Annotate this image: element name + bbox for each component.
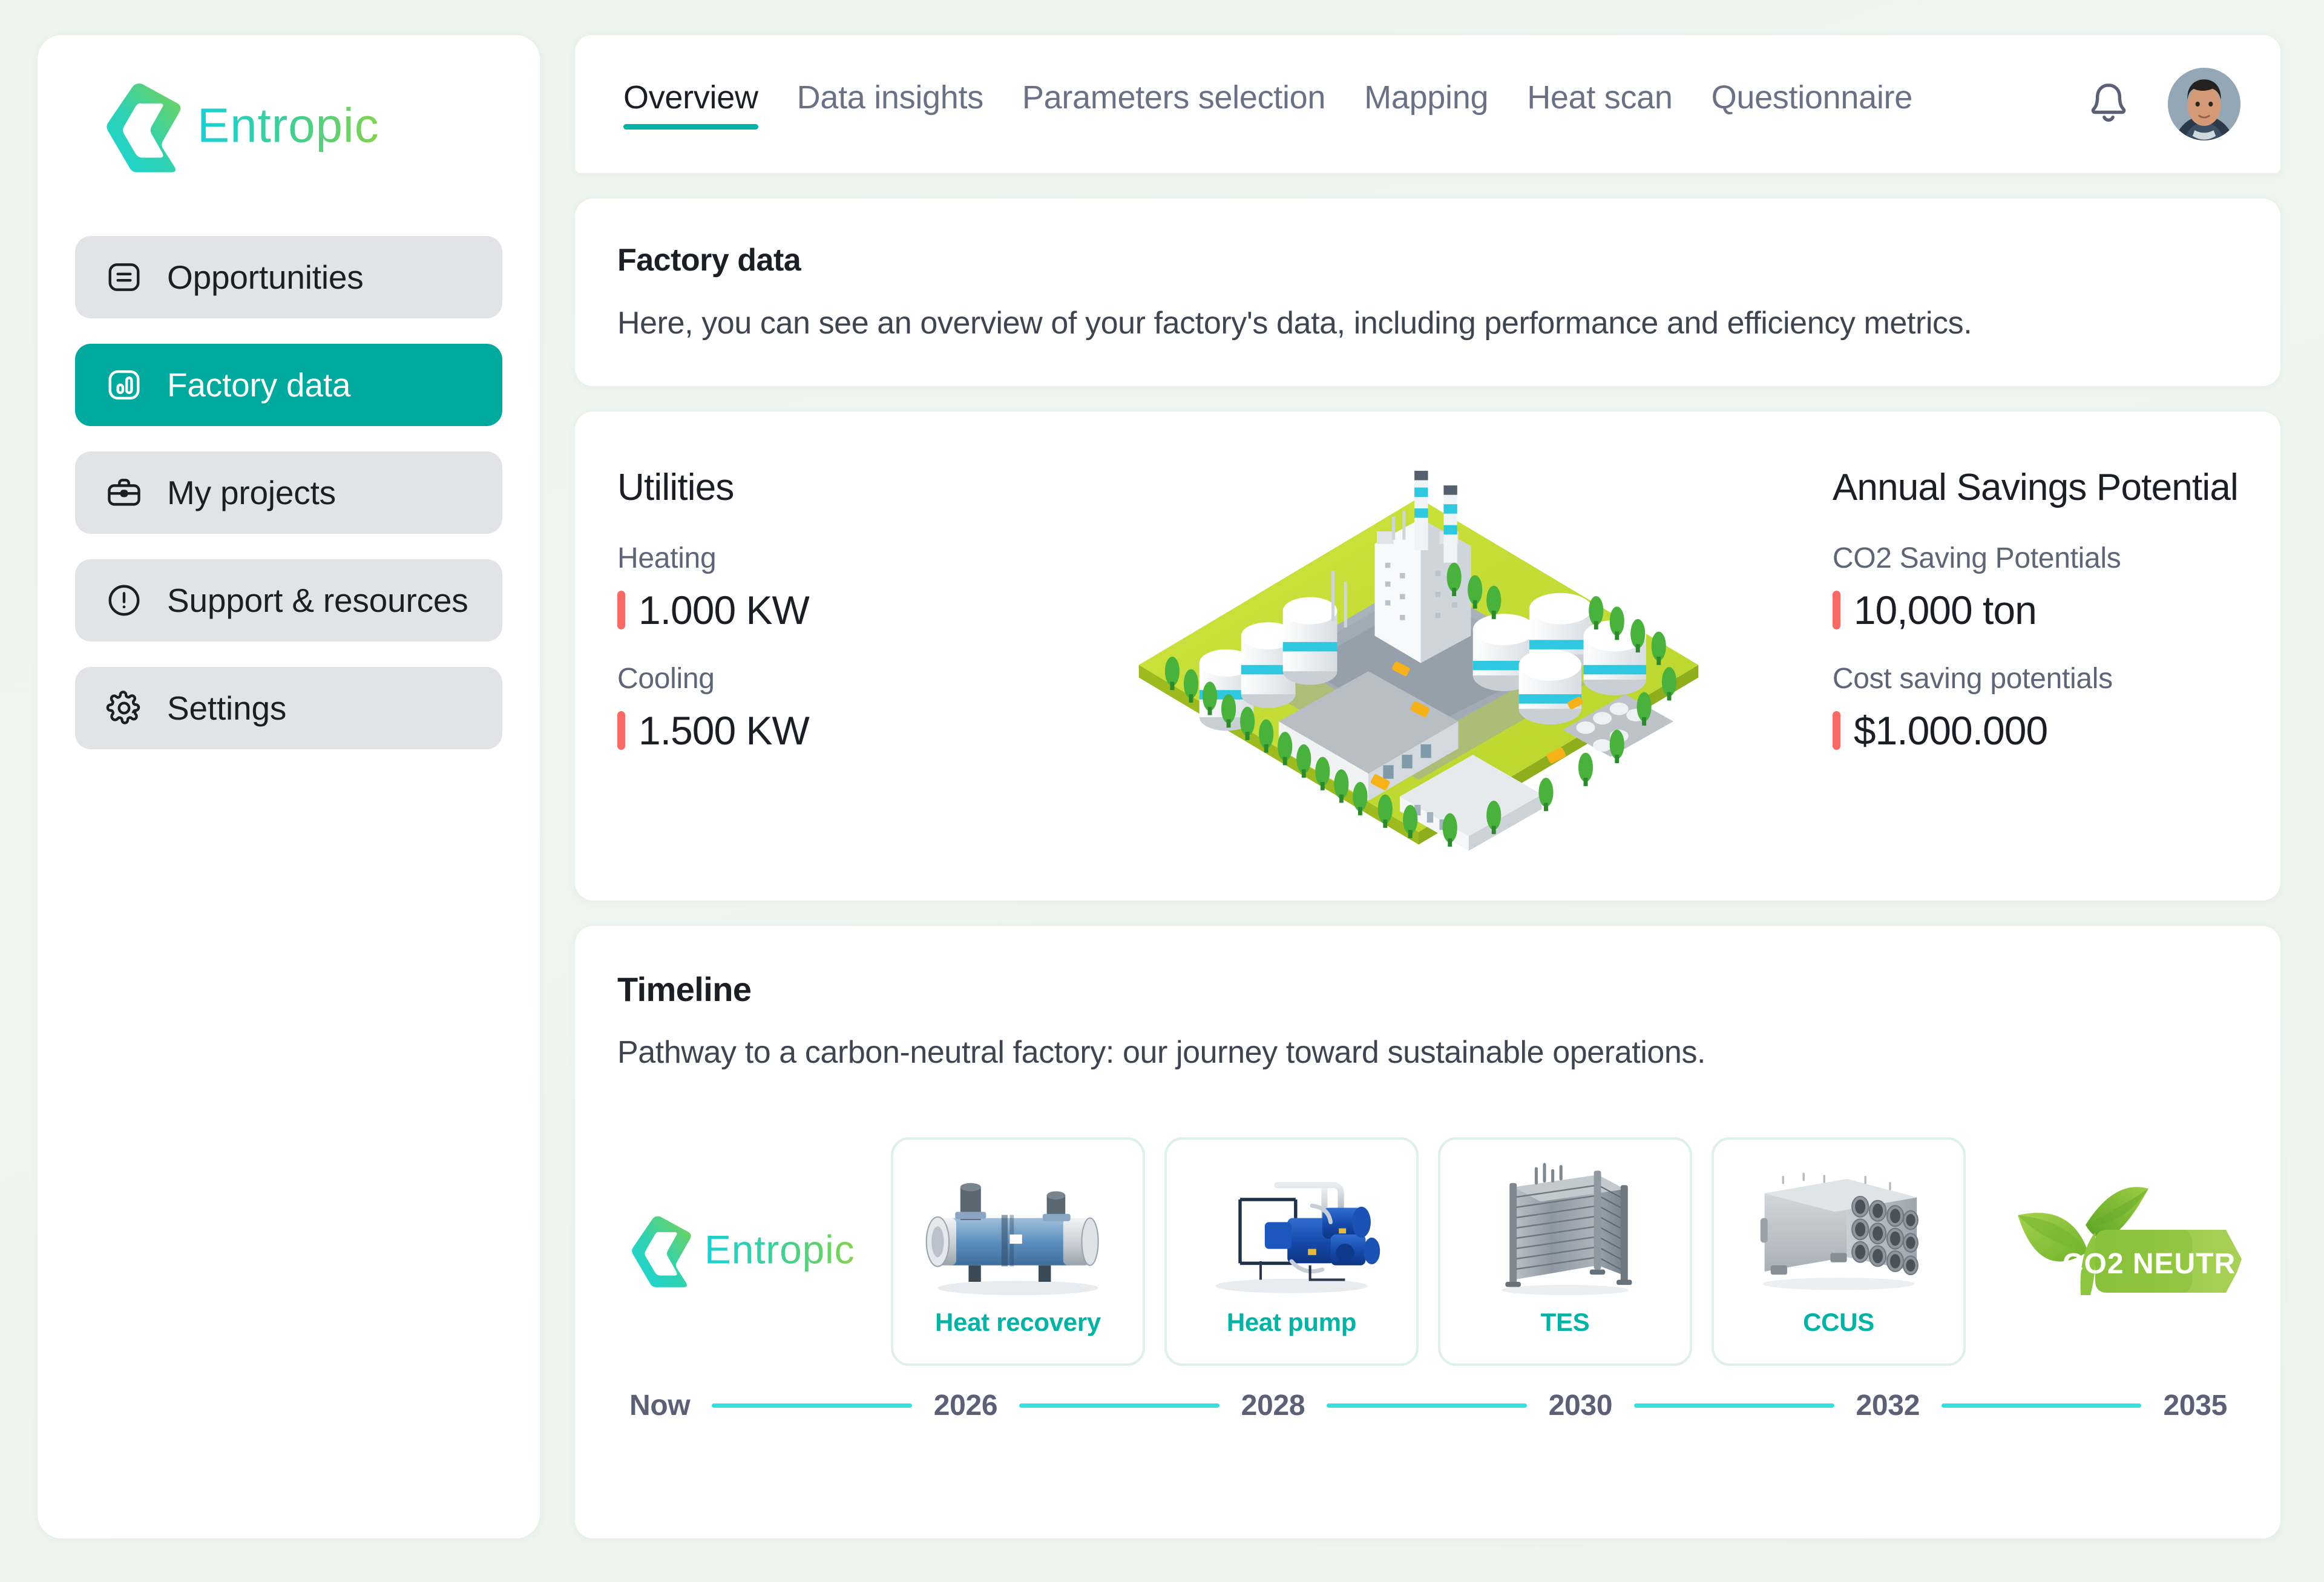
bell-icon[interactable] xyxy=(2087,80,2130,128)
heat-pump-image xyxy=(1189,1158,1394,1303)
alert-circle-icon xyxy=(105,582,143,619)
isometric-factory-illustration xyxy=(1005,448,1833,865)
sidebar-item-opportunities[interactable]: Opportunities xyxy=(75,236,502,318)
timeline-card-label: CCUS xyxy=(1803,1308,1874,1337)
list-box-icon xyxy=(105,258,143,296)
accent-bar xyxy=(617,711,625,750)
svg-text:Entropic: Entropic xyxy=(704,1229,855,1272)
page-description: Here, you can see an overview of your fa… xyxy=(617,305,2238,341)
sidebar-item-label: Support & resources xyxy=(167,581,468,620)
page-title: Factory data xyxy=(617,242,2238,278)
sidebar-item-factory-data[interactable]: Factory data xyxy=(75,344,502,426)
timeline-axis-label: 2030 xyxy=(1549,1389,1613,1422)
co2-neutral-badge: CO2 NEUTRAL xyxy=(1985,1179,2251,1324)
cost-saving-value: $1.000.000 xyxy=(1854,707,2047,753)
co2-neutral-leaf-badge: CO2 NEUTRAL xyxy=(1991,1179,2245,1324)
sidebar-item-settings[interactable]: Settings xyxy=(75,667,502,749)
tab-heat-scan[interactable]: Heat scan xyxy=(1508,79,1692,130)
co2-neutral-label: CO2 NEUTRAL xyxy=(2063,1248,2245,1280)
cost-saving-label: Cost saving potentials xyxy=(1833,662,2238,695)
accent-bar xyxy=(1833,591,1840,629)
timeline-axis: Now 2026 2028 2030 2032 2035 xyxy=(617,1389,2238,1422)
timeline-card-tes[interactable]: TES xyxy=(1438,1137,1692,1366)
sidebar-nav: Opportunities Factory data My projects xyxy=(75,236,502,749)
timeline-axis-connector xyxy=(1019,1403,1219,1408)
sidebar-item-label: Settings xyxy=(167,689,286,727)
timeline-axis-label: 2032 xyxy=(1856,1389,1920,1422)
tab-questionnaire[interactable]: Questionnaire xyxy=(1692,79,1932,130)
timeline-axis-connector xyxy=(1634,1403,1834,1408)
timeline-card-heat-pump[interactable]: Heat pump xyxy=(1164,1137,1419,1366)
timeline-axis-connector xyxy=(1942,1403,2141,1408)
sidebar: Entropic Opportunities Factory data xyxy=(38,35,540,1538)
timeline-card-label: Heat recovery xyxy=(935,1308,1101,1337)
sidebar-item-label: My projects xyxy=(167,473,336,512)
tab-overview[interactable]: Overview xyxy=(604,79,778,130)
timeline-axis-connector xyxy=(1327,1403,1526,1408)
savings-panel: Annual Savings Potential CO2 Saving Pote… xyxy=(1833,448,2238,753)
timeline-milestones: Entropic xyxy=(617,1137,2238,1366)
timeline-axis-label: Now xyxy=(629,1389,690,1422)
topbar-actions xyxy=(2087,68,2240,140)
heating-label: Heating xyxy=(617,542,1005,575)
timeline-axis-label: 2026 xyxy=(934,1389,998,1422)
timeline-card-label: TES xyxy=(1541,1308,1590,1337)
entropic-hexagon-icon xyxy=(629,1215,696,1288)
heating-metric: 1.000 KW xyxy=(617,587,1005,633)
gear-icon xyxy=(105,689,143,727)
timeline-axis-label: 2028 xyxy=(1241,1389,1305,1422)
svg-text:Entropic: Entropic xyxy=(197,100,379,153)
brand-logo[interactable]: Entropic xyxy=(75,82,502,173)
cooling-metric: 1.500 KW xyxy=(617,707,1005,753)
heating-value: 1.000 KW xyxy=(638,587,809,633)
timeline-card-ccus[interactable]: CCUS xyxy=(1712,1137,1966,1366)
carbon-capture-unit-image xyxy=(1736,1158,1942,1303)
co2-saving-label: CO2 Saving Potentials xyxy=(1833,542,2238,575)
timeline-card: Timeline Pathway to a carbon-neutral fac… xyxy=(575,926,2280,1538)
app-root: Entropic Opportunities Factory data xyxy=(0,0,2324,1582)
timeline-card-heat-recovery[interactable]: Heat recovery xyxy=(891,1137,1145,1366)
entropic-wordmark: Entropic xyxy=(704,1229,863,1275)
tab-mapping[interactable]: Mapping xyxy=(1345,79,1508,130)
tab-bar: Overview Data insights Parameters select… xyxy=(604,79,2087,130)
accent-bar xyxy=(617,591,625,629)
timeline-description: Pathway to a carbon-neutral factory: our… xyxy=(617,1034,2238,1071)
bar-chart-box-icon xyxy=(105,366,143,404)
factory-data-intro-card: Factory data Here, you can see an overvi… xyxy=(575,199,2280,386)
accent-bar xyxy=(1833,711,1840,750)
sidebar-item-my-projects[interactable]: My projects xyxy=(75,451,502,534)
tab-data-insights[interactable]: Data insights xyxy=(778,79,1003,130)
thermal-energy-storage-image xyxy=(1462,1158,1668,1303)
cooling-value: 1.500 KW xyxy=(638,707,809,753)
co2-saving-metric: 10,000 ton xyxy=(1833,587,2238,633)
avatar[interactable] xyxy=(2168,68,2240,140)
utilities-heading: Utilities xyxy=(617,466,1005,509)
savings-heading: Annual Savings Potential xyxy=(1833,466,2238,509)
entropic-wordmark: Entropic xyxy=(197,100,389,156)
sidebar-item-label: Opportunities xyxy=(167,258,364,297)
tab-parameters-selection[interactable]: Parameters selection xyxy=(1003,79,1345,130)
timeline-axis-connector xyxy=(712,1403,911,1408)
timeline-card-label: Heat pump xyxy=(1227,1308,1356,1337)
timeline-title: Timeline xyxy=(617,970,2238,1009)
cost-saving-metric: $1.000.000 xyxy=(1833,707,2238,753)
utilities-panel: Utilities Heating 1.000 KW Cooling 1.500… xyxy=(617,448,1005,753)
sidebar-item-label: Factory data xyxy=(167,366,350,404)
heat-exchanger-image xyxy=(915,1158,1121,1303)
metrics-card: Utilities Heating 1.000 KW Cooling 1.500… xyxy=(575,412,2280,901)
sidebar-item-support-resources[interactable]: Support & resources xyxy=(75,559,502,642)
timeline-start-logo: Entropic xyxy=(629,1215,872,1288)
briefcase-icon xyxy=(105,474,143,511)
factory-illustration-svg xyxy=(1116,448,1721,865)
topbar: Overview Data insights Parameters select… xyxy=(575,35,2280,173)
entropic-hexagon-icon xyxy=(104,82,186,173)
cooling-label: Cooling xyxy=(617,662,1005,695)
timeline-axis-label: 2035 xyxy=(2163,1389,2227,1422)
co2-saving-value: 10,000 ton xyxy=(1854,587,2037,633)
main-content: Overview Data insights Parameters select… xyxy=(575,35,2280,1538)
